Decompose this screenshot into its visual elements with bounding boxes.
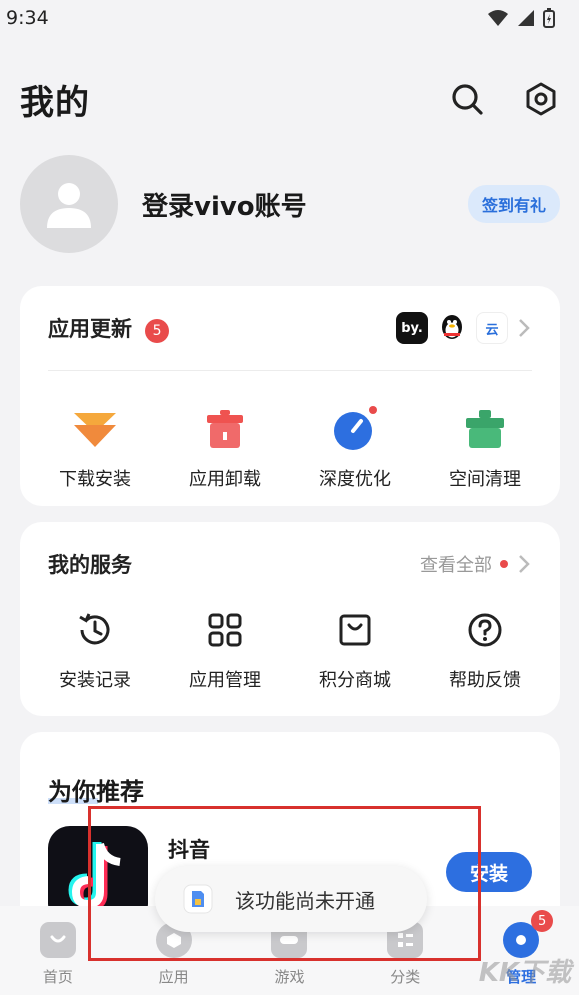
nav-label: 首页 [42, 968, 73, 986]
tool-optimize[interactable]: 深度优化 [300, 405, 410, 491]
service-install-history[interactable]: 安装记录 [40, 606, 150, 692]
page-header: 我的 [20, 74, 560, 124]
services-title: 我的服务 [48, 553, 132, 577]
highlight-annotation-box [88, 806, 481, 961]
tool-label: 积分商城 [319, 670, 391, 691]
login-link[interactable]: 登录vivo账号 [142, 186, 468, 223]
shop-icon [331, 606, 379, 654]
tool-label: 应用卸载 [189, 469, 261, 490]
notification-dot [500, 560, 508, 568]
search-button[interactable] [448, 80, 486, 118]
qq-penguin-icon [442, 315, 462, 339]
help-icon [461, 606, 509, 654]
nav-manage-badge: 5 [531, 910, 554, 932]
updates-app-thumbs: by. 云 [396, 312, 532, 344]
service-app-management[interactable]: 应用管理 [170, 606, 280, 692]
settings-button[interactable] [522, 80, 560, 118]
battery-icon [543, 8, 555, 28]
page-title: 我的 [20, 82, 90, 123]
history-icon [71, 606, 119, 654]
status-icons [487, 8, 555, 28]
app-thumb-cloud: 云 [476, 312, 508, 344]
tool-label: 安装记录 [59, 670, 131, 691]
header-actions [448, 80, 560, 118]
updates-title-group: 应用更新 5 [48, 313, 170, 344]
nav-label: 应用 [158, 968, 189, 986]
tool-uninstall[interactable]: 应用卸载 [170, 405, 280, 491]
updates-divider [48, 370, 532, 371]
uninstall-icon [201, 405, 249, 453]
see-all-label: 查看全部 [420, 555, 492, 576]
tool-label: 深度优化 [319, 469, 391, 490]
tool-label: 下载安装 [59, 469, 131, 490]
signal-icon [518, 10, 534, 26]
download-icon [71, 405, 119, 453]
tool-download[interactable]: 下载安装 [40, 405, 150, 491]
user-icon [47, 183, 91, 228]
avatar[interactable] [20, 155, 118, 253]
tool-label: 帮助反馈 [449, 670, 521, 691]
services-header: 我的服务 查看全部 [20, 522, 560, 606]
watermark: KK下载 [478, 958, 571, 988]
service-points-mall[interactable]: 积分商城 [300, 606, 410, 692]
tool-label: 空间清理 [449, 469, 521, 490]
app-thumb-qq [436, 312, 468, 344]
updates-title: 应用更新 [48, 316, 132, 341]
services-card: 我的服务 查看全部 安装记录 应用管理 积分商城 帮助反馈 [20, 522, 560, 716]
chevron-right-icon [519, 555, 530, 573]
search-icon [452, 84, 483, 115]
profile-section: 登录vivo账号 签到有礼 [20, 155, 560, 253]
home-icon [39, 922, 76, 958]
nav-label: 游戏 [274, 968, 305, 986]
settings-icon [526, 82, 556, 116]
clean-icon [461, 405, 509, 453]
services-items: 安装记录 应用管理 积分商城 帮助反馈 [20, 606, 560, 692]
app-thumb-by: by. [396, 312, 428, 344]
updates-header[interactable]: 应用更新 5 by. 云 [20, 286, 560, 370]
nav-home[interactable]: 首页 [18, 922, 98, 987]
updates-tools: 下载安装 应用卸载 深度优化 空间清理 [20, 405, 560, 491]
wifi-icon [488, 10, 508, 26]
optimize-icon [331, 405, 379, 453]
chevron-right-icon [519, 319, 530, 337]
grid-icon [201, 606, 249, 654]
tool-label: 应用管理 [189, 670, 261, 691]
status-bar: 9:34 [0, 0, 579, 36]
recommend-title: 为你推荐 [48, 778, 144, 806]
updates-card: 应用更新 5 by. 云 下载安装 应用卸载 深度优化 空间清理 [20, 286, 560, 506]
tool-clean[interactable]: 空间清理 [430, 405, 540, 491]
see-all-link[interactable]: 查看全部 [420, 551, 532, 577]
checkin-button[interactable]: 签到有礼 [467, 185, 560, 223]
updates-count-badge: 5 [145, 319, 170, 344]
status-time: 9:34 [6, 7, 49, 29]
service-help-feedback[interactable]: 帮助反馈 [430, 606, 540, 692]
nav-label: 分类 [390, 968, 421, 986]
